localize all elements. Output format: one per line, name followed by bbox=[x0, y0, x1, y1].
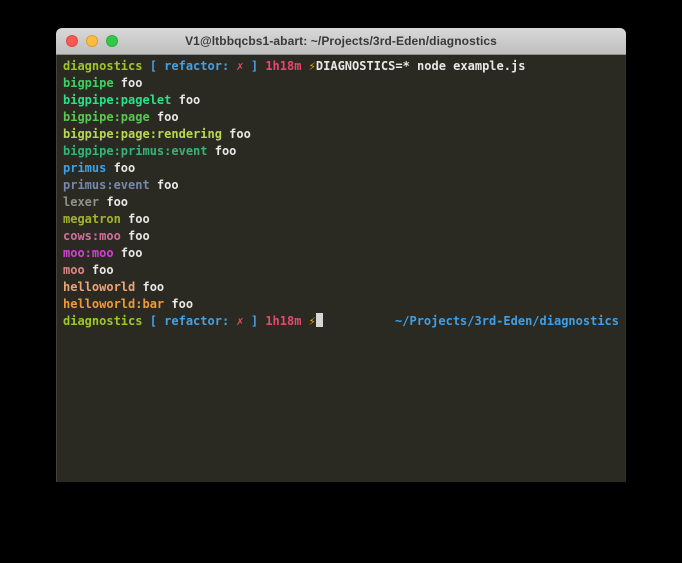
terminal-line: bigpipe foo bbox=[63, 75, 619, 92]
text-segment: 1h18m bbox=[265, 59, 301, 73]
traffic-light-buttons bbox=[66, 35, 118, 47]
text-segment: moo:moo bbox=[63, 246, 114, 260]
text-segment: helloworld bbox=[63, 280, 135, 294]
line-left: bigpipe:primus:event foo bbox=[63, 143, 236, 160]
text-segment: ✗ bbox=[236, 59, 243, 73]
text-segment: foo bbox=[135, 280, 164, 294]
text-segment: ~/Projects/3rd-Eden/diagnostics bbox=[395, 314, 619, 328]
terminal-line: megatron foo bbox=[63, 211, 619, 228]
terminal-content[interactable]: diagnostics [ refactor: ✗ ] 1h18m ⚡DIAGN… bbox=[56, 55, 626, 482]
line-left: primus:event foo bbox=[63, 177, 179, 194]
line-left: bigpipe:page foo bbox=[63, 109, 179, 126]
text-segment: bigpipe:page:rendering bbox=[63, 127, 222, 141]
line-left: moo foo bbox=[63, 262, 114, 279]
text-segment: 1h18m bbox=[265, 314, 301, 328]
text-segment: megatron bbox=[63, 212, 121, 226]
text-segment: ] bbox=[244, 59, 266, 73]
line-left: helloworld foo bbox=[63, 279, 164, 296]
text-segment: foo bbox=[121, 212, 150, 226]
terminal-line: helloworld foo bbox=[63, 279, 619, 296]
title-bar[interactable]: V1@ltbbqcbs1-abart: ~/Projects/3rd-Eden/… bbox=[56, 28, 626, 55]
text-segment: foo bbox=[85, 263, 114, 277]
line-left: lexer foo bbox=[63, 194, 128, 211]
terminal-line: primus foo bbox=[63, 160, 619, 177]
line-left: bigpipe:page:rendering foo bbox=[63, 126, 251, 143]
line-left: diagnostics [ refactor: ✗ ] 1h18m ⚡ bbox=[63, 313, 323, 330]
text-segment: foo bbox=[222, 127, 251, 141]
terminal-line: bigpipe:primus:event foo bbox=[63, 143, 619, 160]
cursor-block bbox=[316, 313, 323, 327]
text-segment: foo bbox=[150, 110, 179, 124]
line-left: bigpipe foo bbox=[63, 75, 142, 92]
text-segment: foo bbox=[208, 144, 237, 158]
line-left: cows:moo foo bbox=[63, 228, 150, 245]
text-segment: [ refactor: bbox=[142, 59, 236, 73]
terminal-line: helloworld:bar foo bbox=[63, 296, 619, 313]
text-segment: bigpipe bbox=[63, 76, 114, 90]
text-segment: foo bbox=[121, 229, 150, 243]
line-left: diagnostics [ refactor: ✗ ] 1h18m ⚡DIAGN… bbox=[63, 58, 525, 75]
text-segment: foo bbox=[114, 246, 143, 260]
terminal-line: bigpipe:pagelet foo bbox=[63, 92, 619, 109]
text-segment: primus bbox=[63, 161, 106, 175]
text-segment: DIAGNOSTICS=* node example.js bbox=[316, 59, 526, 73]
zoom-button[interactable] bbox=[106, 35, 118, 47]
terminal-line: diagnostics [ refactor: ✗ ] 1h18m ⚡ ~/Pro… bbox=[63, 313, 619, 330]
text-segment: ] bbox=[244, 314, 266, 328]
line-left: bigpipe:pagelet foo bbox=[63, 92, 200, 109]
text-segment: ✗ bbox=[236, 314, 243, 328]
terminal-line: moo foo bbox=[63, 262, 619, 279]
text-segment: bigpipe:page bbox=[63, 110, 150, 124]
line-right: ~/Projects/3rd-Eden/diagnostics bbox=[395, 313, 619, 330]
terminal-line: lexer foo bbox=[63, 194, 619, 211]
text-segment: lexer bbox=[63, 195, 99, 209]
text-segment: foo bbox=[150, 178, 179, 192]
terminal-window: V1@ltbbqcbs1-abart: ~/Projects/3rd-Eden/… bbox=[56, 28, 626, 482]
text-segment: ⚡ bbox=[301, 59, 315, 73]
text-segment: [ refactor: bbox=[142, 314, 236, 328]
window-title: V1@ltbbqcbs1-abart: ~/Projects/3rd-Eden/… bbox=[56, 34, 626, 48]
minimize-button[interactable] bbox=[86, 35, 98, 47]
text-segment: cows:moo bbox=[63, 229, 121, 243]
line-left: primus foo bbox=[63, 160, 135, 177]
text-segment: diagnostics bbox=[63, 314, 142, 328]
terminal-line: diagnostics [ refactor: ✗ ] 1h18m ⚡DIAGN… bbox=[63, 58, 619, 75]
terminal-line: bigpipe:page:rendering foo bbox=[63, 126, 619, 143]
text-segment: foo bbox=[171, 93, 200, 107]
text-segment: foo bbox=[114, 76, 143, 90]
terminal-line: cows:moo foo bbox=[63, 228, 619, 245]
terminal-line: moo:moo foo bbox=[63, 245, 619, 262]
text-segment: primus:event bbox=[63, 178, 150, 192]
text-segment: moo bbox=[63, 263, 85, 277]
text-segment: helloworld:bar bbox=[63, 297, 164, 311]
terminal-line: bigpipe:page foo bbox=[63, 109, 619, 126]
text-segment: foo bbox=[106, 161, 135, 175]
text-segment: diagnostics bbox=[63, 59, 142, 73]
line-left: moo:moo foo bbox=[63, 245, 142, 262]
text-segment: bigpipe:pagelet bbox=[63, 93, 171, 107]
text-segment: ⚡ bbox=[301, 314, 315, 328]
text-segment: bigpipe:primus:event bbox=[63, 144, 208, 158]
close-button[interactable] bbox=[66, 35, 78, 47]
line-left: megatron foo bbox=[63, 211, 150, 228]
terminal-line: primus:event foo bbox=[63, 177, 619, 194]
text-segment: foo bbox=[99, 195, 128, 209]
text-segment: foo bbox=[164, 297, 193, 311]
line-left: helloworld:bar foo bbox=[63, 296, 193, 313]
